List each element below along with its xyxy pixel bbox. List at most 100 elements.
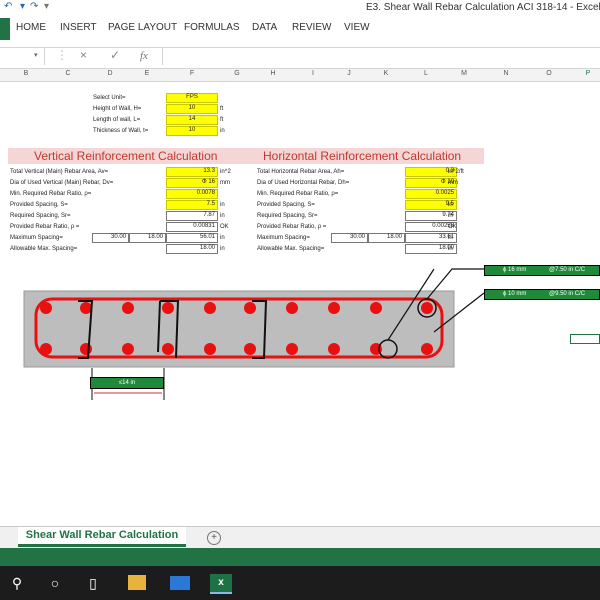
unit-input[interactable]: FPS (166, 93, 218, 103)
customize-icon[interactable]: ▾ (44, 1, 49, 12)
vertical-max-spacing-a: 30.00 (92, 233, 129, 243)
vertical-row-unit: mm (220, 180, 230, 186)
vertical-row-value[interactable]: 7.5 (166, 200, 218, 210)
horizontal-row-label: Provided Rebar Ratio, ρ = (257, 224, 327, 230)
rebar-dot (370, 302, 382, 314)
height-input[interactable]: 10 (166, 104, 218, 114)
mail-icon[interactable] (170, 576, 190, 590)
rebar-dot (244, 343, 256, 355)
excel-taskbar-icon[interactable]: x (210, 574, 232, 594)
tab-page-layout[interactable]: PAGE LAYOUT (108, 22, 177, 33)
rebar-dot (421, 302, 433, 314)
search-icon[interactable]: ⚲ (0, 566, 34, 600)
tab-formulas[interactable]: FORMULAS (184, 22, 240, 33)
tab-home[interactable]: HOME (16, 22, 46, 33)
title-bar: ↶ ▾ ↷ ▾ E3. Shear Wall Rebar Calculation… (0, 0, 600, 16)
col-o[interactable]: O (539, 70, 559, 77)
horizontal-row-label: Dia of Used Horizontal Rebar, Dh= (257, 180, 350, 186)
vertical-row-value: 0.00831 (166, 222, 218, 232)
redo-icon[interactable]: ↷ (30, 1, 38, 12)
vertical-row-value: 7.87 (166, 211, 218, 221)
vertical-row-value[interactable]: 13.3 (166, 167, 218, 177)
vertical-row-unit: in (220, 202, 225, 208)
col-n[interactable]: N (496, 70, 516, 77)
vertical-row-unit: in (220, 213, 225, 219)
horizontal-max-spacing-a: 30.00 (331, 233, 368, 243)
cortana-icon[interactable]: ○ (38, 566, 72, 600)
col-k[interactable]: K (376, 70, 396, 77)
length-input[interactable]: 14 (166, 115, 218, 125)
col-e[interactable]: E (137, 70, 157, 77)
col-d[interactable]: D (100, 70, 120, 77)
rebar-dot (204, 302, 216, 314)
vertical-row-value[interactable]: Φ 16 (166, 178, 218, 188)
col-p[interactable]: P (578, 70, 598, 77)
vertical-section-title: Vertical Reinforcement Calculation (34, 149, 218, 163)
enter-icon[interactable]: ✓ (110, 48, 120, 62)
horizontal-max-spacing-b: 18.00 (368, 233, 405, 243)
add-sheet-button[interactable]: + (207, 531, 221, 545)
col-c[interactable]: C (58, 70, 78, 77)
col-m[interactable]: M (454, 70, 474, 77)
rebar-dot (162, 343, 174, 355)
vertical-row-unit: in^2 (220, 169, 231, 175)
tab-review[interactable]: REVIEW (292, 22, 331, 33)
vertical-row-unit: OK (220, 224, 229, 230)
tab-data[interactable]: DATA (252, 22, 277, 33)
height-label: Height of Wall, H= (93, 106, 142, 112)
vertical-rebar-label: ϕ 16 mm @7.50 in C/C (484, 265, 600, 276)
thickness-input[interactable]: 10 (166, 126, 218, 136)
formula-input[interactable] (162, 48, 600, 65)
horizontal-row-value[interactable]: 0.0025 (405, 189, 457, 199)
rebar-dot (80, 343, 92, 355)
file-explorer-icon[interactable] (128, 575, 146, 590)
rebar-dot (286, 302, 298, 314)
horizontal-row-unit: in (448, 246, 453, 252)
col-b[interactable]: B (16, 70, 36, 77)
rebar-dot (204, 343, 216, 355)
selected-cell[interactable] (570, 334, 600, 344)
vertical-row-label: Allowable Max. Spacing= (10, 246, 78, 252)
horizontal-row-label: Total Horizontal Rebar Area, Ah= (257, 169, 345, 175)
vertical-max-spacing-b: 18.00 (129, 233, 166, 243)
horizontal-row-label: Required Spacing, Sr= (257, 213, 318, 219)
thickness-unit: in (220, 128, 225, 134)
task-view-icon[interactable]: ▯ (76, 566, 110, 600)
window-title: E3. Shear Wall Rebar Calculation ACI 318… (366, 2, 600, 13)
vertical-row-label: Maximum Spacing= (10, 235, 63, 241)
horizontal-row-unit: in (448, 213, 453, 219)
vertical-row-label: Provided Spacing, S= (10, 202, 68, 208)
col-h[interactable]: H (263, 70, 283, 77)
file-tab[interactable] (0, 18, 10, 40)
vertical-row-label: Dia of Used Vertical (Main) Rebar, Dv= (10, 180, 114, 186)
vertical-row-value: 18.00 (166, 244, 218, 254)
tab-view[interactable]: VIEW (344, 22, 370, 33)
insert-function-button[interactable]: fx (140, 50, 148, 62)
undo-icon[interactable]: ↶ (4, 1, 12, 12)
vertical-row-label: Provided Rebar Ratio, ρ = (10, 224, 80, 230)
col-j[interactable]: J (339, 70, 359, 77)
cancel-icon[interactable]: × (80, 48, 87, 62)
vertical-row-unit: in (220, 235, 225, 241)
name-box[interactable]: ▾ (0, 48, 45, 65)
horizontal-row-label: Min. Required Rebar Ratio, ρ= (257, 191, 339, 197)
tab-insert[interactable]: INSERT (60, 22, 97, 33)
col-g[interactable]: G (227, 70, 247, 77)
dropdown-icon[interactable]: ▾ (20, 1, 25, 12)
col-f[interactable]: F (182, 70, 202, 77)
col-i[interactable]: I (303, 70, 323, 77)
col-l[interactable]: L (416, 70, 436, 77)
rebar-dot (421, 343, 433, 355)
horizontal-row-unit: mm (448, 180, 458, 186)
horizontal-section-title: Horizontal Reinforcement Calculation (263, 149, 462, 163)
spacing-label: ≤14 in (90, 377, 164, 389)
sheet-tab-shear-wall[interactable]: Shear Wall Rebar Calculation (18, 527, 186, 547)
horizontal-row-label: Allowable Max. Spacing= (257, 246, 325, 252)
rebar-dot (328, 302, 340, 314)
horizontal-row-unit: in^2/ft (448, 169, 464, 175)
horizontal-row-unit: in (448, 202, 453, 208)
horizontal-rebar-label: ϕ 10 mm @9.50 in C/C (484, 289, 600, 300)
horizontal-row-label: Provided Spacing, S= (257, 202, 315, 208)
vertical-row-value[interactable]: 0.0078 (166, 189, 218, 199)
status-bar (0, 548, 600, 566)
